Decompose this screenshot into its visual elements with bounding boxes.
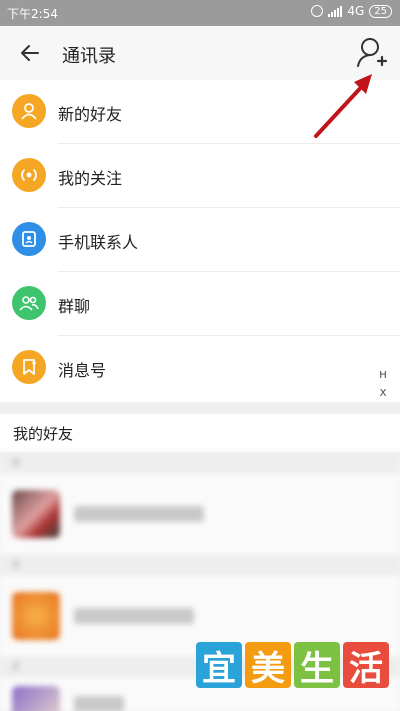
add-person-icon xyxy=(357,38,388,67)
menu-item-label: 群聊 xyxy=(58,297,91,316)
menu-item-label: 手机联系人 xyxy=(58,233,139,252)
friends-section-header: 我的好友 xyxy=(0,414,400,452)
signal-icon xyxy=(328,5,343,17)
group-letter: H xyxy=(12,456,21,469)
contact-book-icon xyxy=(12,222,46,256)
menu-item-label: 消息号 xyxy=(58,361,107,380)
watermark-char: 生 xyxy=(294,642,340,689)
alarm-icon xyxy=(311,5,324,17)
group-letter: Z xyxy=(12,660,20,673)
watermark-logo: 宜 美 生 活 xyxy=(196,642,389,689)
battery-icon: 25 xyxy=(369,4,392,18)
status-bar: 下午2:54 4G 25 xyxy=(0,0,400,26)
friend-name xyxy=(74,696,124,711)
list-item[interactable] xyxy=(0,474,400,554)
index-letter[interactable]: X xyxy=(380,388,387,400)
menu-item-new-friends[interactable]: 新的好友 xyxy=(0,80,400,144)
app-header: 通讯录 xyxy=(0,26,400,80)
menu-item-label: 新的好友 xyxy=(58,105,123,124)
group-letter: X xyxy=(12,558,20,571)
watermark-char: 宜 xyxy=(196,642,242,689)
watermark-char: 美 xyxy=(245,642,291,689)
menu-item-group-chat[interactable]: 群聊 xyxy=(0,272,400,336)
contacts-menu: 新的好友 我的关注 手机联系人 群聊 消息号 xyxy=(0,80,400,402)
avatar xyxy=(12,686,60,711)
bookmark-plus-icon xyxy=(12,350,46,384)
menu-item-label: 我的关注 xyxy=(58,169,123,188)
back-button[interactable] xyxy=(16,38,46,68)
status-time: 下午2:54 xyxy=(7,7,58,21)
add-friend-button[interactable] xyxy=(354,36,388,72)
status-indicators: 4G 25 xyxy=(311,4,392,18)
back-arrow-icon xyxy=(21,45,39,61)
page-title: 通讯录 xyxy=(62,46,116,67)
avatar xyxy=(12,490,60,538)
group-icon xyxy=(12,286,46,320)
avatar xyxy=(12,592,60,640)
person-icon xyxy=(12,94,46,128)
section-gap xyxy=(0,402,400,414)
menu-item-following[interactable]: 我的关注 xyxy=(0,144,400,208)
watermark-char: 活 xyxy=(343,642,389,689)
menu-item-message-account[interactable]: 消息号 xyxy=(0,336,400,400)
menu-item-phone-contacts[interactable]: 手机联系人 xyxy=(0,208,400,272)
broadcast-icon xyxy=(12,158,46,192)
network-type: 4G xyxy=(347,4,365,18)
friends-section-title: 我的好友 xyxy=(13,425,74,443)
group-header: X xyxy=(0,554,400,576)
index-letter[interactable]: H xyxy=(379,370,387,382)
friend-name xyxy=(74,608,194,624)
friend-name xyxy=(74,506,204,522)
group-header: H xyxy=(0,452,400,474)
